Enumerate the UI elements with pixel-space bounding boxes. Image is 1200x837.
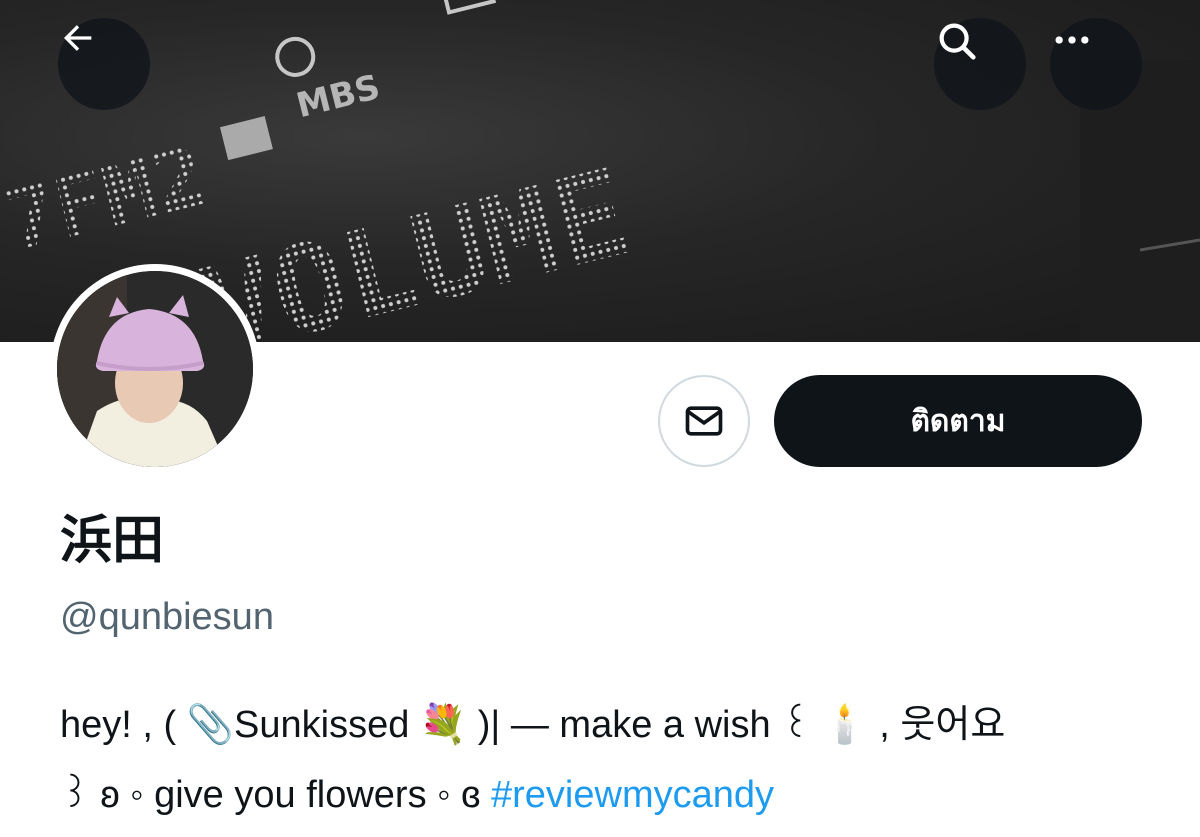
avatar-image — [57, 271, 253, 467]
message-button[interactable] — [658, 375, 750, 467]
arrow-left-icon — [64, 25, 92, 51]
profile-bio: hey! , ( 📎Sunkissed 💐 )| — make a wish ꒰… — [60, 690, 1160, 830]
bio-line-2-text: ꒱ ʚ ◦ give you flowers ◦ ɞ — [60, 774, 491, 816]
bio-line-2: ꒱ ʚ ◦ give you flowers ◦ ɞ #reviewmycand… — [60, 760, 1160, 830]
follow-button[interactable]: ติดตาม — [774, 375, 1142, 467]
display-name: 浜田 — [60, 511, 165, 571]
avatar[interactable] — [50, 264, 260, 474]
back-button[interactable] — [58, 18, 150, 110]
search-icon — [939, 23, 976, 60]
more-horizontal-icon — [1055, 36, 1089, 44]
more-button[interactable] — [1050, 18, 1142, 110]
bio-hashtag-link[interactable]: #reviewmycandy — [491, 774, 774, 816]
bio-line-1: hey! , ( 📎Sunkissed 💐 )| — make a wish ꒰… — [60, 704, 1006, 746]
envelope-icon — [685, 406, 723, 436]
banner-text-top: 7FM2 — [0, 126, 215, 270]
svg-text:MBS: MBS — [293, 67, 384, 126]
user-handle: @qunbiesun — [60, 596, 274, 638]
search-button[interactable] — [934, 18, 1026, 110]
banner-text-main: VOLUME — [188, 144, 642, 342]
